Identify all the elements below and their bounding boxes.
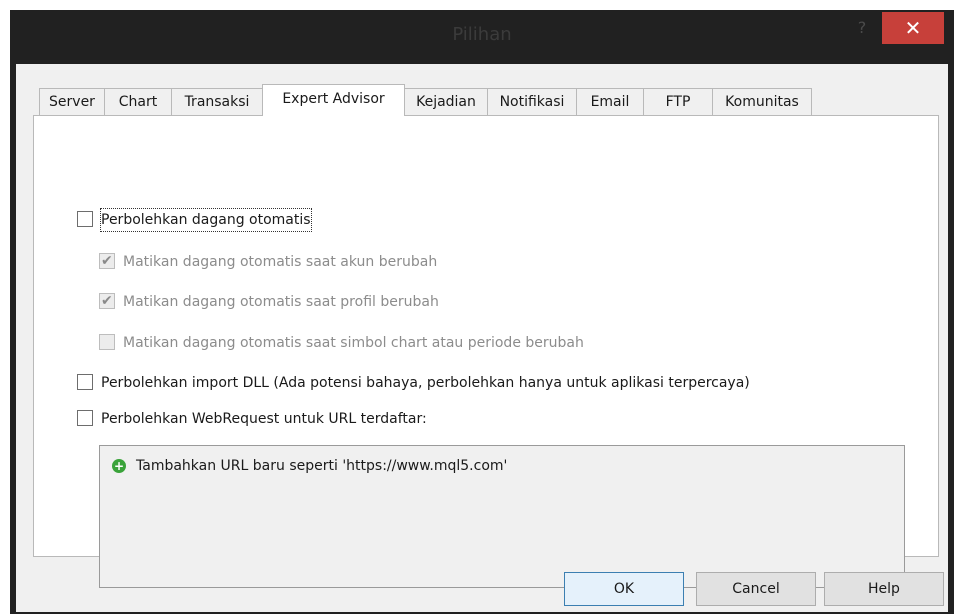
- title-bar[interactable]: Pilihan ? ✕: [10, 10, 954, 64]
- expert-advisor-panel: Perbolehkan dagang otomatis ✔ Matikan da…: [33, 115, 939, 588]
- tab-notifikasi[interactable]: Notifikasi: [487, 88, 577, 115]
- tab-email[interactable]: Email: [576, 88, 644, 115]
- allow-dll-import-checkbox[interactable]: [77, 374, 93, 390]
- tab-komunitas[interactable]: Komunitas: [712, 88, 812, 115]
- add-url-label[interactable]: Tambahkan URL baru seperti 'https://www.…: [136, 456, 507, 476]
- cancel-button[interactable]: Cancel: [696, 572, 816, 606]
- options-dialog: Pilihan ? ✕ Server Chart Transaksi Exper…: [10, 10, 954, 614]
- help-button[interactable]: Help: [824, 572, 944, 606]
- allow-webrequest-label[interactable]: Perbolehkan WebRequest untuk URL terdaft…: [101, 408, 427, 430]
- ok-button[interactable]: OK: [564, 572, 684, 606]
- tab-expert-advisor[interactable]: Expert Advisor: [262, 84, 405, 116]
- dialog-title: Pilihan: [452, 24, 512, 45]
- tab-transaksi[interactable]: Transaksi: [171, 88, 263, 115]
- tab-chart[interactable]: Chart: [104, 88, 172, 115]
- checkmark-icon: ✔: [101, 253, 113, 269]
- allow-dll-import-label[interactable]: Perbolehkan import DLL (Ada potensi baha…: [101, 372, 750, 394]
- disable-on-symbol-change-label: Matikan dagang otomatis saat simbol char…: [123, 335, 584, 351]
- disable-on-account-change-checkbox: ✔: [99, 253, 115, 269]
- tab-server[interactable]: Server: [39, 88, 105, 115]
- tab-ftp[interactable]: FTP: [643, 88, 713, 115]
- close-button[interactable]: ✕: [882, 12, 944, 44]
- allow-webrequest-checkbox[interactable]: [77, 410, 93, 426]
- allow-auto-trading-label[interactable]: Perbolehkan dagang otomatis: [100, 208, 312, 232]
- checkmark-icon: ✔: [101, 293, 113, 309]
- allow-auto-trading-checkbox[interactable]: [77, 211, 93, 227]
- help-icon[interactable]: ?: [852, 18, 872, 38]
- plus-circle-icon: +: [112, 459, 126, 473]
- disable-on-account-change-label: Matikan dagang otomatis saat akun beruba…: [123, 254, 438, 270]
- disable-on-symbol-change-checkbox: [99, 334, 115, 350]
- url-list[interactable]: + Tambahkan URL baru seperti 'https://ww…: [99, 445, 905, 588]
- tab-kejadian[interactable]: Kejadian: [404, 88, 488, 115]
- disable-on-profile-change-label: Matikan dagang otomatis saat profil beru…: [123, 294, 439, 310]
- dialog-body: Server Chart Transaksi Expert Advisor Ke…: [16, 64, 948, 612]
- close-icon: ✕: [904, 16, 922, 40]
- disable-on-profile-change-checkbox: ✔: [99, 293, 115, 309]
